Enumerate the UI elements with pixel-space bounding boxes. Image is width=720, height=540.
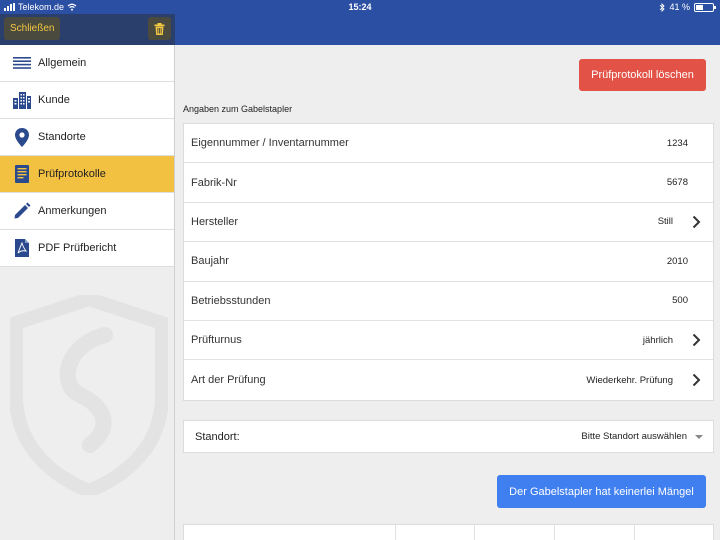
- field-hersteller[interactable]: Hersteller Still: [184, 203, 713, 243]
- close-button[interactable]: Schließen: [4, 17, 61, 40]
- sidebar-item-label: Anmerkungen: [38, 205, 107, 217]
- field-betriebsstunden[interactable]: Betriebsstunden 500: [184, 282, 713, 321]
- delete-protocol-button[interactable]: Prüfprotokoll löschen: [579, 59, 706, 91]
- field-art-der-pruefung[interactable]: Art der Prüfung Wiederkehr. Prüfung: [184, 360, 713, 399]
- field-label: Fabrik-Nr: [191, 176, 237, 189]
- sidebar-item-standorte[interactable]: Standorte: [0, 119, 174, 156]
- delete-all-button[interactable]: [148, 17, 171, 40]
- sidebar-item-label: PDF Prüfbericht: [38, 242, 117, 254]
- sidebar-item-pdf-pruefbericht[interactable]: PDF Prüfbericht: [0, 230, 174, 267]
- sidebar-item-label: Standorte: [38, 131, 86, 143]
- bluetooth-icon: [660, 2, 666, 12]
- standort-label: Standort:: [195, 430, 240, 443]
- field-value: Wiederkehr. Prüfung: [586, 374, 673, 386]
- standort-dropdown[interactable]: Bitte Standort auswählen: [581, 431, 703, 442]
- field-value[interactable]: 2010: [667, 256, 688, 267]
- caret-down-icon: [695, 434, 703, 439]
- trash-icon: [154, 22, 165, 35]
- no-defects-button[interactable]: Der Gabelstapler hat keinerlei Mängel: [497, 475, 706, 508]
- top-bar: Schließen: [0, 14, 720, 45]
- list-icon: [12, 53, 32, 73]
- field-value: Still: [657, 216, 673, 228]
- field-label: Hersteller: [191, 215, 239, 228]
- sidebar-item-kunde[interactable]: Kunde: [0, 82, 174, 119]
- field-value[interactable]: 500: [672, 295, 688, 306]
- sidebar-menu: Allgemein Kunde Standorte Prüfprotokolle…: [0, 45, 174, 267]
- field-value[interactable]: 1234: [667, 138, 688, 149]
- sidebar: Allgemein Kunde Standorte Prüfprotokolle…: [0, 45, 175, 540]
- field-label: Baujahr: [191, 255, 229, 268]
- sidebar-item-pruefprotokolle[interactable]: Prüfprotokolle: [0, 156, 174, 193]
- shield-watermark-icon: [10, 295, 168, 495]
- forklift-details-form: Eigennummer / Inventarnummer 1234 Fabrik…: [183, 123, 714, 401]
- chevron-right-icon[interactable]: [687, 213, 705, 231]
- sidebar-header: Schließen: [0, 14, 175, 45]
- field-label: Betriebsstunden: [191, 294, 271, 307]
- column-divider: [395, 525, 396, 540]
- status-bar: Telekom.de 15:24 41 %: [0, 0, 720, 14]
- field-value[interactable]: 5678: [667, 177, 688, 188]
- field-fabrik-nr[interactable]: Fabrik-Nr 5678: [184, 163, 713, 203]
- battery-icon: [694, 2, 716, 12]
- field-label: Art der Prüfung: [191, 374, 266, 387]
- defects-table: [183, 524, 714, 540]
- sidebar-item-allgemein[interactable]: Allgemein: [0, 45, 174, 82]
- field-baujahr[interactable]: Baujahr 2010: [184, 242, 713, 282]
- sidebar-item-anmerkungen[interactable]: Anmerkungen: [0, 193, 174, 230]
- field-label: Prüfturnus: [191, 334, 242, 347]
- field-inventarnummer[interactable]: Eigennummer / Inventarnummer 1234: [184, 124, 713, 164]
- standort-placeholder: Bitte Standort auswählen: [581, 431, 687, 442]
- field-pruefturnus[interactable]: Prüfturnus jährlich: [184, 321, 713, 361]
- column-divider: [474, 525, 475, 540]
- standort-select[interactable]: Standort: Bitte Standort auswählen: [183, 420, 714, 453]
- chevron-right-icon[interactable]: [687, 371, 705, 389]
- building-icon: [12, 90, 32, 110]
- document-icon: [12, 164, 32, 184]
- sidebar-item-label: Allgemein: [38, 57, 87, 69]
- field-value: jährlich: [642, 334, 673, 346]
- location-pin-icon: [12, 127, 32, 147]
- main-content: Prüfprotokoll löschen Angaben zum Gabels…: [176, 45, 720, 540]
- pdf-icon: [12, 238, 32, 258]
- pencil-icon: [12, 201, 32, 221]
- battery-percent: 41 %: [669, 2, 690, 12]
- column-divider: [634, 525, 635, 540]
- sidebar-item-label: Prüfprotokolle: [38, 168, 106, 180]
- clock: 15:24: [348, 2, 372, 12]
- chevron-right-icon[interactable]: [687, 331, 705, 349]
- battery-fill: [696, 4, 703, 10]
- section-title: Angaben zum Gabelstapler: [183, 104, 293, 114]
- sidebar-item-label: Kunde: [38, 94, 70, 106]
- column-divider: [554, 525, 555, 540]
- field-label: Eigennummer / Inventarnummer: [191, 137, 349, 150]
